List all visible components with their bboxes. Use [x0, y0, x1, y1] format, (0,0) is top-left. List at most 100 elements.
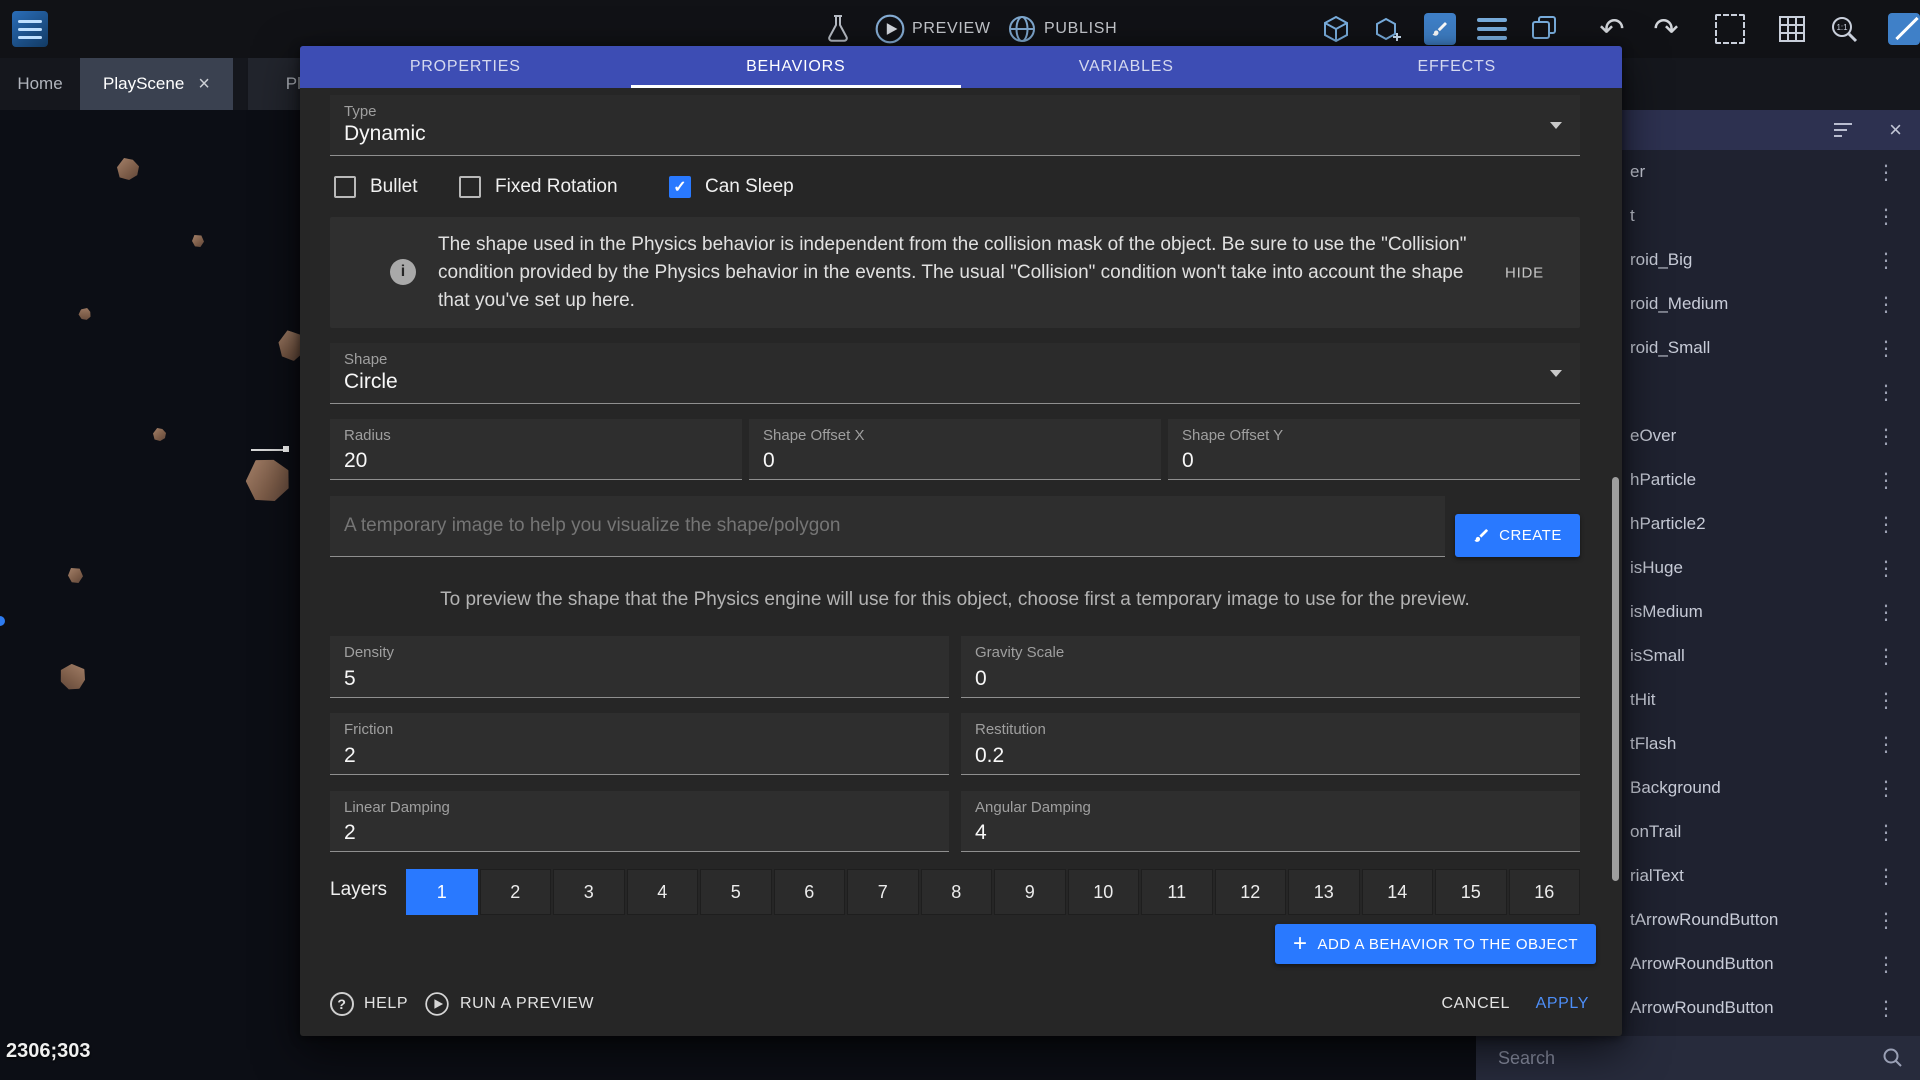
selection-handle[interactable]: [283, 446, 289, 452]
zoom-one-to-one-icon[interactable]: 1:1: [1824, 9, 1864, 49]
layer-button-15[interactable]: 15: [1435, 869, 1507, 915]
tab-home[interactable]: Home: [12, 58, 68, 110]
shape-offset-x-input[interactable]: [763, 449, 1105, 473]
item-menu-icon[interactable]: ⋮: [1876, 600, 1896, 624]
item-menu-icon[interactable]: ⋮: [1876, 864, 1896, 888]
type-select[interactable]: Type Dynamic: [330, 95, 1580, 156]
filter-icon[interactable]: [1834, 123, 1852, 137]
bullet-checkbox[interactable]: Bullet: [334, 168, 418, 206]
friction-input[interactable]: [344, 744, 893, 768]
shape-offset-x-field[interactable]: Shape Offset X: [749, 419, 1161, 480]
selection-marquee-icon[interactable]: [1710, 9, 1750, 49]
shape-offset-y-field[interactable]: Shape Offset Y: [1168, 419, 1580, 480]
tab-behaviors[interactable]: BEHAVIORS: [631, 46, 962, 88]
item-menu-icon[interactable]: ⋮: [1876, 160, 1896, 184]
create-button[interactable]: CREATE: [1455, 514, 1580, 557]
layer-button-2[interactable]: 2: [480, 869, 552, 915]
undo-icon[interactable]: ↶: [1592, 9, 1632, 49]
asteroid-object[interactable]: [153, 428, 166, 441]
project-manager-button[interactable]: [10, 9, 50, 49]
close-panel-icon[interactable]: ×: [1889, 117, 1902, 143]
angular-damping-input[interactable]: [975, 821, 1524, 845]
item-menu-icon[interactable]: ⋮: [1876, 820, 1896, 844]
gravity-scale-field[interactable]: Gravity Scale: [961, 636, 1580, 698]
tab-effects[interactable]: EFFECTS: [1292, 46, 1623, 88]
item-menu-icon[interactable]: ⋮: [1876, 644, 1896, 668]
linear-damping-input[interactable]: [344, 821, 893, 845]
search-input[interactable]: [1496, 1047, 1882, 1070]
restitution-input[interactable]: [975, 744, 1524, 768]
layer-button-10[interactable]: 10: [1068, 869, 1140, 915]
grid-icon[interactable]: [1772, 9, 1812, 49]
friction-field[interactable]: Friction: [330, 713, 949, 775]
item-menu-icon[interactable]: ⋮: [1876, 908, 1896, 932]
apply-button[interactable]: APPLY: [1536, 979, 1589, 1029]
tab-variables[interactable]: VARIABLES: [961, 46, 1292, 88]
gravity-scale-input[interactable]: [975, 667, 1524, 691]
layer-button-16[interactable]: 16: [1509, 869, 1581, 915]
debug-flask-icon[interactable]: [818, 9, 858, 49]
layer-button-8[interactable]: 8: [921, 869, 993, 915]
fixed-rotation-checkbox[interactable]: Fixed Rotation: [459, 168, 618, 206]
layer-button-5[interactable]: 5: [700, 869, 772, 915]
object-tool-icon[interactable]: [1316, 9, 1356, 49]
tab-properties[interactable]: PROPERTIES: [300, 46, 631, 88]
asteroid-object[interactable]: [192, 235, 204, 247]
layer-button-13[interactable]: 13: [1288, 869, 1360, 915]
shape-offset-y-input[interactable]: [1182, 449, 1524, 473]
duplicate-tool-icon[interactable]: [1524, 9, 1564, 49]
item-menu-icon[interactable]: ⋮: [1876, 512, 1896, 536]
can-sleep-checkbox[interactable]: ✓ Can Sleep: [669, 168, 794, 206]
edit-brush-tool-icon[interactable]: [1420, 9, 1460, 49]
density-field[interactable]: Density: [330, 636, 949, 698]
asteroid-object[interactable]: [77, 306, 94, 323]
item-menu-icon[interactable]: ⋮: [1876, 248, 1896, 272]
restitution-field[interactable]: Restitution: [961, 713, 1580, 775]
add-object-tool-icon[interactable]: [1368, 9, 1408, 49]
hide-button[interactable]: HIDE: [1495, 256, 1554, 289]
radius-input[interactable]: [344, 449, 686, 473]
layer-button-4[interactable]: 4: [627, 869, 699, 915]
item-menu-icon[interactable]: ⋮: [1876, 688, 1896, 712]
layer-button-9[interactable]: 9: [994, 869, 1066, 915]
linear-damping-field[interactable]: Linear Damping: [330, 791, 949, 852]
layer-button-7[interactable]: 7: [847, 869, 919, 915]
add-behavior-button[interactable]: + ADD A BEHAVIOR TO THE OBJECT: [1275, 924, 1596, 964]
item-menu-icon[interactable]: ⋮: [1876, 424, 1896, 448]
asteroid-object[interactable]: [68, 568, 83, 583]
item-menu-icon[interactable]: ⋮: [1876, 996, 1896, 1020]
item-menu-icon[interactable]: ⋮: [1876, 952, 1896, 976]
sketch-tool-icon[interactable]: [1884, 9, 1920, 49]
help-button[interactable]: ? HELP: [330, 979, 408, 1029]
cancel-button[interactable]: CANCEL: [1441, 979, 1510, 1029]
publish-globe-icon[interactable]: [1002, 9, 1042, 49]
redo-icon[interactable]: ↷: [1646, 9, 1686, 49]
asteroid-object[interactable]: [242, 454, 294, 506]
asteroid-object[interactable]: [57, 661, 89, 693]
item-menu-icon[interactable]: ⋮: [1876, 556, 1896, 580]
preview-play-icon[interactable]: [870, 9, 910, 49]
tab-playscene[interactable]: PlayScene ×: [80, 58, 233, 110]
item-menu-icon[interactable]: ⋮: [1876, 776, 1896, 800]
layer-button-11[interactable]: 11: [1141, 869, 1213, 915]
item-menu-icon[interactable]: ⋮: [1876, 468, 1896, 492]
temp-image-input[interactable]: [344, 515, 1389, 537]
angular-damping-field[interactable]: Angular Damping: [961, 791, 1580, 852]
shape-select[interactable]: Shape Circle: [330, 343, 1580, 404]
item-menu-icon[interactable]: ⋮: [1876, 204, 1896, 228]
dialog-scrollbar[interactable]: [1612, 477, 1619, 881]
item-menu-icon[interactable]: ⋮: [1876, 292, 1896, 316]
item-menu-icon[interactable]: ⋮: [1876, 732, 1896, 756]
layer-button-3[interactable]: 3: [553, 869, 625, 915]
tab-close-icon[interactable]: ×: [198, 74, 210, 94]
events-list-tool-icon[interactable]: [1472, 9, 1512, 49]
layer-button-1[interactable]: 1: [406, 869, 478, 915]
layer-button-6[interactable]: 6: [774, 869, 846, 915]
layer-button-12[interactable]: 12: [1215, 869, 1287, 915]
run-preview-button[interactable]: RUN A PREVIEW: [424, 979, 594, 1029]
radius-field[interactable]: Radius: [330, 419, 742, 480]
density-input[interactable]: [344, 667, 893, 691]
asteroid-object[interactable]: [117, 158, 139, 180]
temp-image-field[interactable]: [330, 496, 1445, 557]
layer-button-14[interactable]: 14: [1362, 869, 1434, 915]
